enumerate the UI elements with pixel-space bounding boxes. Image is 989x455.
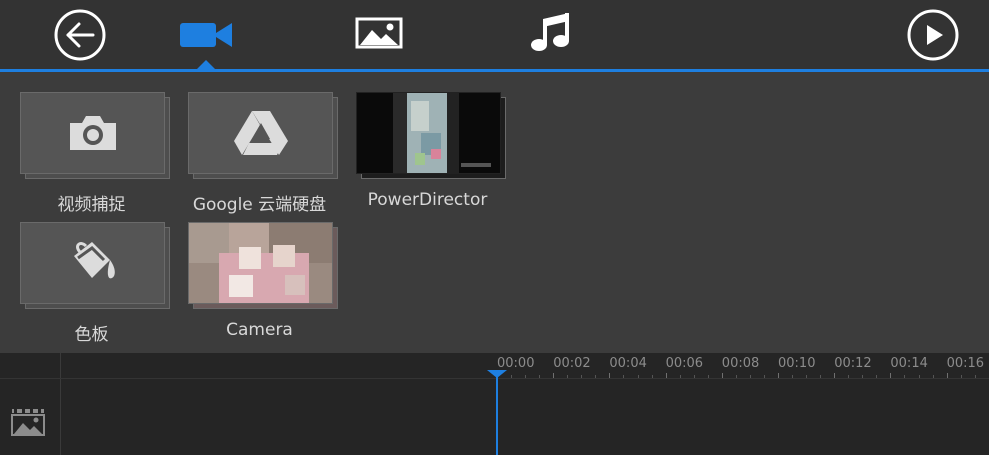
source-video-capture[interactable] bbox=[20, 92, 170, 180]
ruler-tick-label: 00:06 bbox=[665, 356, 704, 371]
play-button[interactable] bbox=[906, 8, 960, 62]
ruler-tick bbox=[778, 373, 779, 378]
ruler-tick-label: 00:08 bbox=[721, 356, 760, 371]
source-label: Google 云端硬盘 bbox=[192, 195, 327, 215]
source-camera-folder[interactable] bbox=[188, 222, 338, 310]
ruler-minor-tick bbox=[974, 375, 976, 378]
ruler-tick-label: 00:04 bbox=[609, 356, 647, 371]
ruler-minor-tick bbox=[735, 375, 737, 378]
ruler-minor-tick bbox=[749, 375, 751, 378]
ruler-divider bbox=[0, 378, 989, 379]
ruler-minor-tick bbox=[707, 375, 709, 378]
ruler-minor-tick bbox=[848, 375, 850, 378]
source-color-board[interactable] bbox=[20, 222, 170, 310]
ruler-minor-tick bbox=[876, 375, 878, 378]
ruler-tick bbox=[553, 373, 555, 378]
ruler-minor-tick bbox=[763, 375, 765, 378]
video-camera-icon bbox=[180, 23, 232, 47]
ruler-tick-label: 00:16 bbox=[946, 356, 985, 371]
ruler-tick bbox=[721, 373, 723, 378]
folder-thumbnail bbox=[357, 93, 500, 173]
camera-icon bbox=[69, 116, 116, 150]
ruler-minor-tick bbox=[511, 375, 513, 378]
source-label: Camera bbox=[226, 320, 293, 340]
ruler-minor-tick bbox=[525, 375, 527, 378]
ruler-tick-label: 00:00 bbox=[497, 356, 535, 371]
ruler-tick bbox=[609, 373, 611, 378]
video-track-button[interactable] bbox=[6, 405, 50, 441]
ruler-minor-tick bbox=[581, 375, 583, 378]
source-powerdirector-folder[interactable] bbox=[356, 92, 506, 180]
image-icon bbox=[355, 17, 403, 49]
ruler-minor-tick bbox=[623, 375, 625, 378]
tab-video[interactable] bbox=[176, 16, 236, 52]
ruler-minor-tick bbox=[595, 375, 597, 378]
folder-thumbnail bbox=[189, 223, 332, 303]
tab-music[interactable] bbox=[528, 10, 574, 54]
paint-bucket-icon bbox=[73, 242, 115, 279]
ruler-minor-tick bbox=[567, 375, 569, 378]
ruler-minor-tick bbox=[932, 375, 934, 378]
ruler-minor-tick bbox=[862, 375, 864, 378]
ruler-minor-tick bbox=[637, 375, 639, 378]
source-label: 视频捕捉 bbox=[57, 195, 126, 215]
ruler-tick-label: 00:14 bbox=[890, 356, 928, 371]
ruler-tick-label: 00:12 bbox=[834, 356, 872, 371]
ruler-tick-label: 00:10 bbox=[778, 356, 816, 371]
tab-image[interactable] bbox=[352, 14, 406, 52]
play-icon bbox=[907, 9, 959, 61]
timeline[interactable]: 00:00 00:02 00:04 00:06 00:08 00:10 00:12 00:14… bbox=[0, 353, 989, 455]
top-toolbar bbox=[0, 0, 989, 69]
source-label: PowerDirector bbox=[367, 190, 488, 210]
ruler-minor-tick bbox=[651, 375, 653, 378]
active-tab-pointer bbox=[196, 60, 216, 70]
image-track-icon bbox=[11, 409, 45, 436]
google-drive-icon bbox=[233, 111, 288, 155]
ruler-minor-tick bbox=[918, 375, 920, 378]
music-note-icon bbox=[531, 13, 569, 51]
ruler-minor-tick bbox=[539, 375, 541, 378]
ruler-tick bbox=[946, 373, 948, 378]
media-source-panel: 视频捕捉 Google 云端硬盘 PowerDirector 色板 Camera bbox=[0, 72, 989, 353]
ruler-tick bbox=[834, 373, 836, 378]
ruler-minor-tick bbox=[960, 375, 962, 378]
ruler-minor-tick bbox=[806, 375, 808, 378]
source-google-drive[interactable] bbox=[188, 92, 338, 180]
ruler-minor-tick bbox=[904, 375, 906, 378]
ruler-minor-tick bbox=[820, 375, 822, 378]
ruler-tick bbox=[665, 373, 667, 378]
back-arrow-icon bbox=[54, 9, 106, 61]
ruler-minor-tick bbox=[792, 375, 794, 378]
ruler-minor-tick bbox=[679, 375, 681, 378]
playhead[interactable] bbox=[496, 373, 498, 455]
ruler-tick-label: 00:02 bbox=[553, 356, 591, 371]
ruler-minor-tick bbox=[693, 375, 695, 378]
source-label: 色板 bbox=[74, 325, 109, 345]
ruler-tick bbox=[890, 373, 892, 378]
back-button[interactable] bbox=[53, 8, 107, 62]
